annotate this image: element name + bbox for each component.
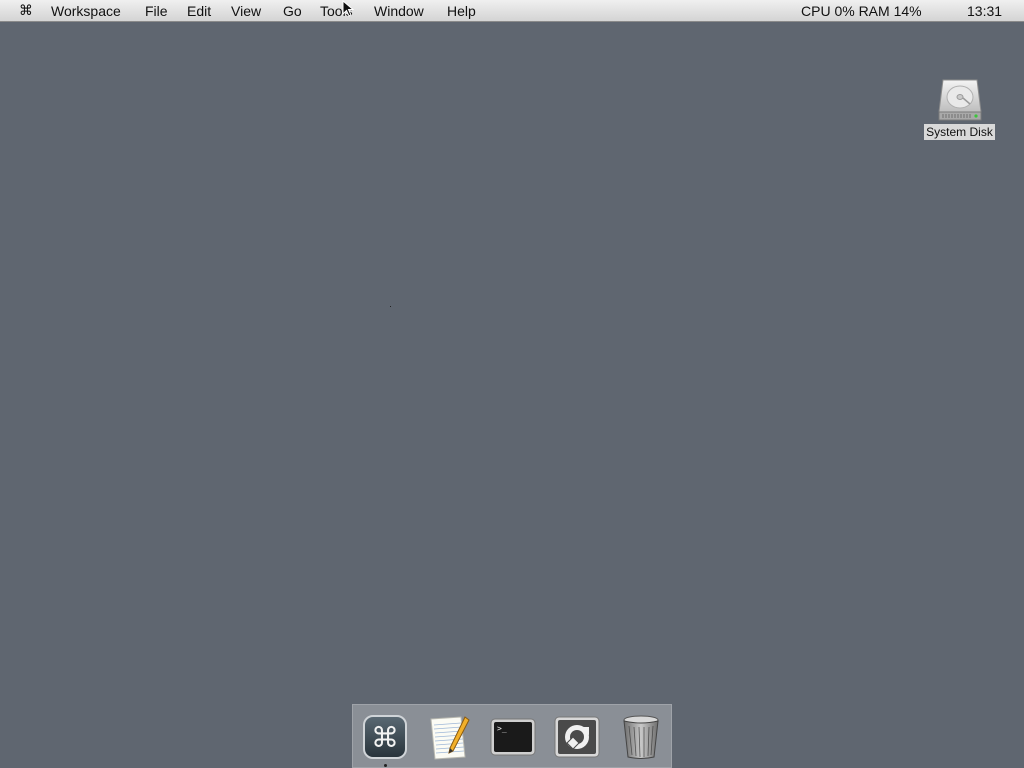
dock-item-preferences[interactable] bbox=[553, 713, 601, 761]
desktop-icon-label: System Disk bbox=[924, 124, 995, 140]
menu-help[interactable]: Help bbox=[447, 3, 476, 19]
system-preferences-icon bbox=[554, 716, 600, 758]
svg-text:>_: >_ bbox=[497, 724, 507, 733]
terminal-icon: >_ bbox=[490, 718, 536, 756]
command-menu-icon[interactable]: ⌘ bbox=[19, 3, 33, 19]
menu-view[interactable]: View bbox=[231, 3, 261, 19]
command-key-icon: ⌘ bbox=[363, 715, 407, 759]
hard-disk-icon bbox=[937, 79, 982, 121]
desktop-speck bbox=[390, 306, 391, 307]
menu-edit[interactable]: Edit bbox=[187, 3, 211, 19]
svg-text:⌘: ⌘ bbox=[371, 721, 399, 754]
text-editor-notepad-icon bbox=[430, 716, 470, 760]
menu-file[interactable]: File bbox=[145, 3, 168, 19]
menu-clock[interactable]: 13:31 bbox=[967, 3, 1002, 19]
dock-item-terminal[interactable]: >_ bbox=[489, 713, 537, 761]
system-status-readout[interactable]: CPU 0% RAM 14% bbox=[801, 3, 922, 19]
desktop-icon-system-disk[interactable]: System Disk bbox=[922, 76, 997, 141]
dock-item-workspace[interactable]: ⌘ bbox=[361, 713, 409, 761]
dock-item-text-editor[interactable] bbox=[425, 713, 473, 761]
menu-workspace[interactable]: Workspace bbox=[51, 3, 121, 19]
mouse-pointer-icon bbox=[342, 0, 354, 17]
menu-go[interactable]: Go bbox=[283, 3, 302, 19]
dock-item-trash[interactable] bbox=[617, 713, 665, 761]
dock: ⌘ >_ bbox=[352, 704, 672, 768]
menu-window[interactable]: Window bbox=[374, 3, 424, 19]
running-indicator bbox=[384, 764, 387, 767]
menu-bar: ⌘ Workspace File Edit View Go Tools Wind… bbox=[0, 0, 1024, 22]
trash-can-icon bbox=[623, 715, 659, 759]
